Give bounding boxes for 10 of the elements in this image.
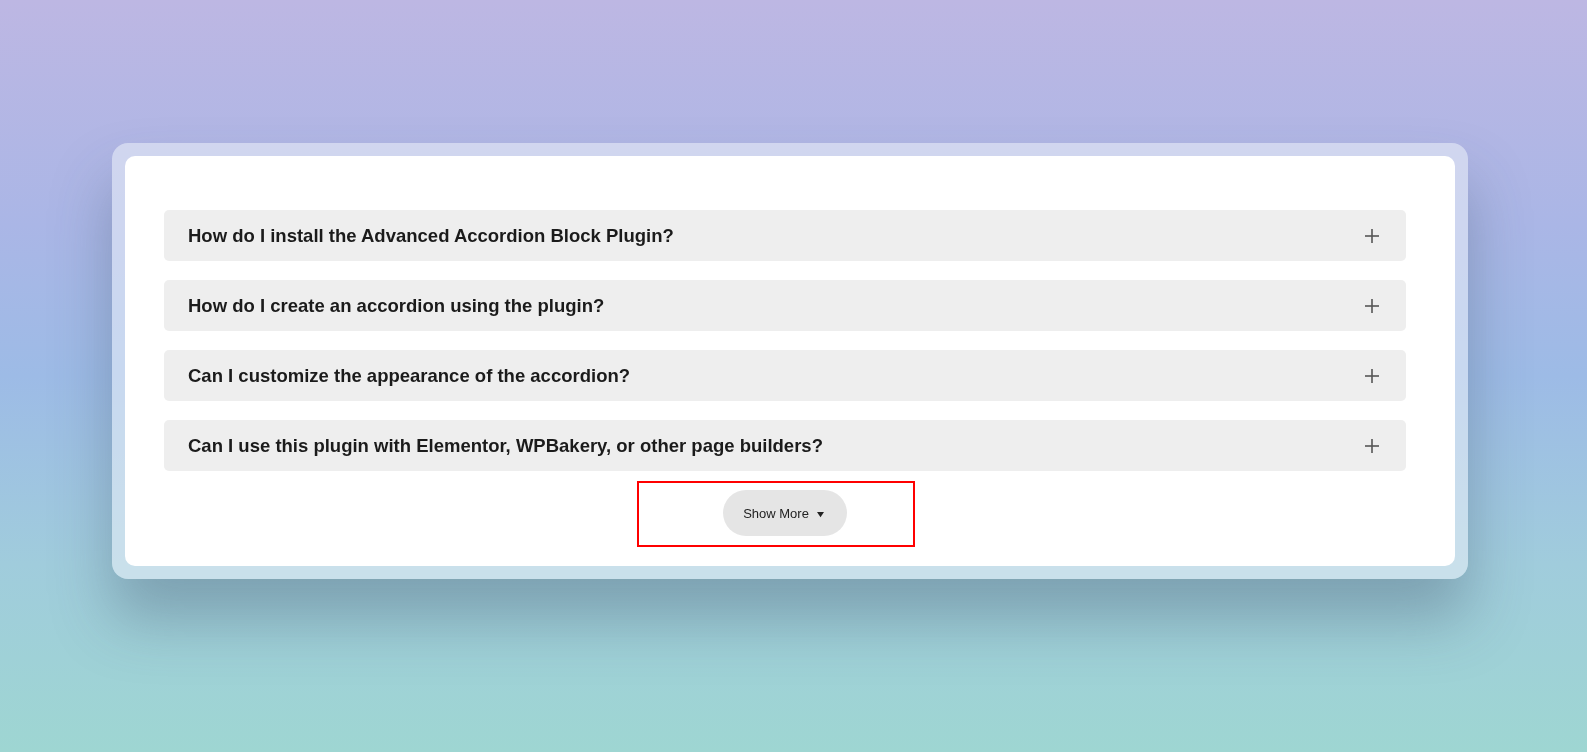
plus-icon	[1364, 367, 1380, 384]
plus-icon	[1364, 297, 1380, 314]
accordion-item[interactable]: Can I customize the appearance of the accordion?	[164, 350, 1406, 401]
caret-icon	[815, 511, 825, 518]
accordion-item[interactable]: Can I use this plugin with Elementor, WPBakery, or other page builders?	[164, 420, 1406, 471]
accordion-item[interactable]: How do I create an accordion using the plugin?	[164, 280, 1406, 331]
plus-icon	[1364, 437, 1380, 454]
accordion-item[interactable]: How do I install the Advanced Accordion Block Plugin?	[164, 210, 1406, 261]
show-more-button[interactable]: Show More	[723, 490, 847, 536]
plus-icon	[1364, 227, 1380, 244]
